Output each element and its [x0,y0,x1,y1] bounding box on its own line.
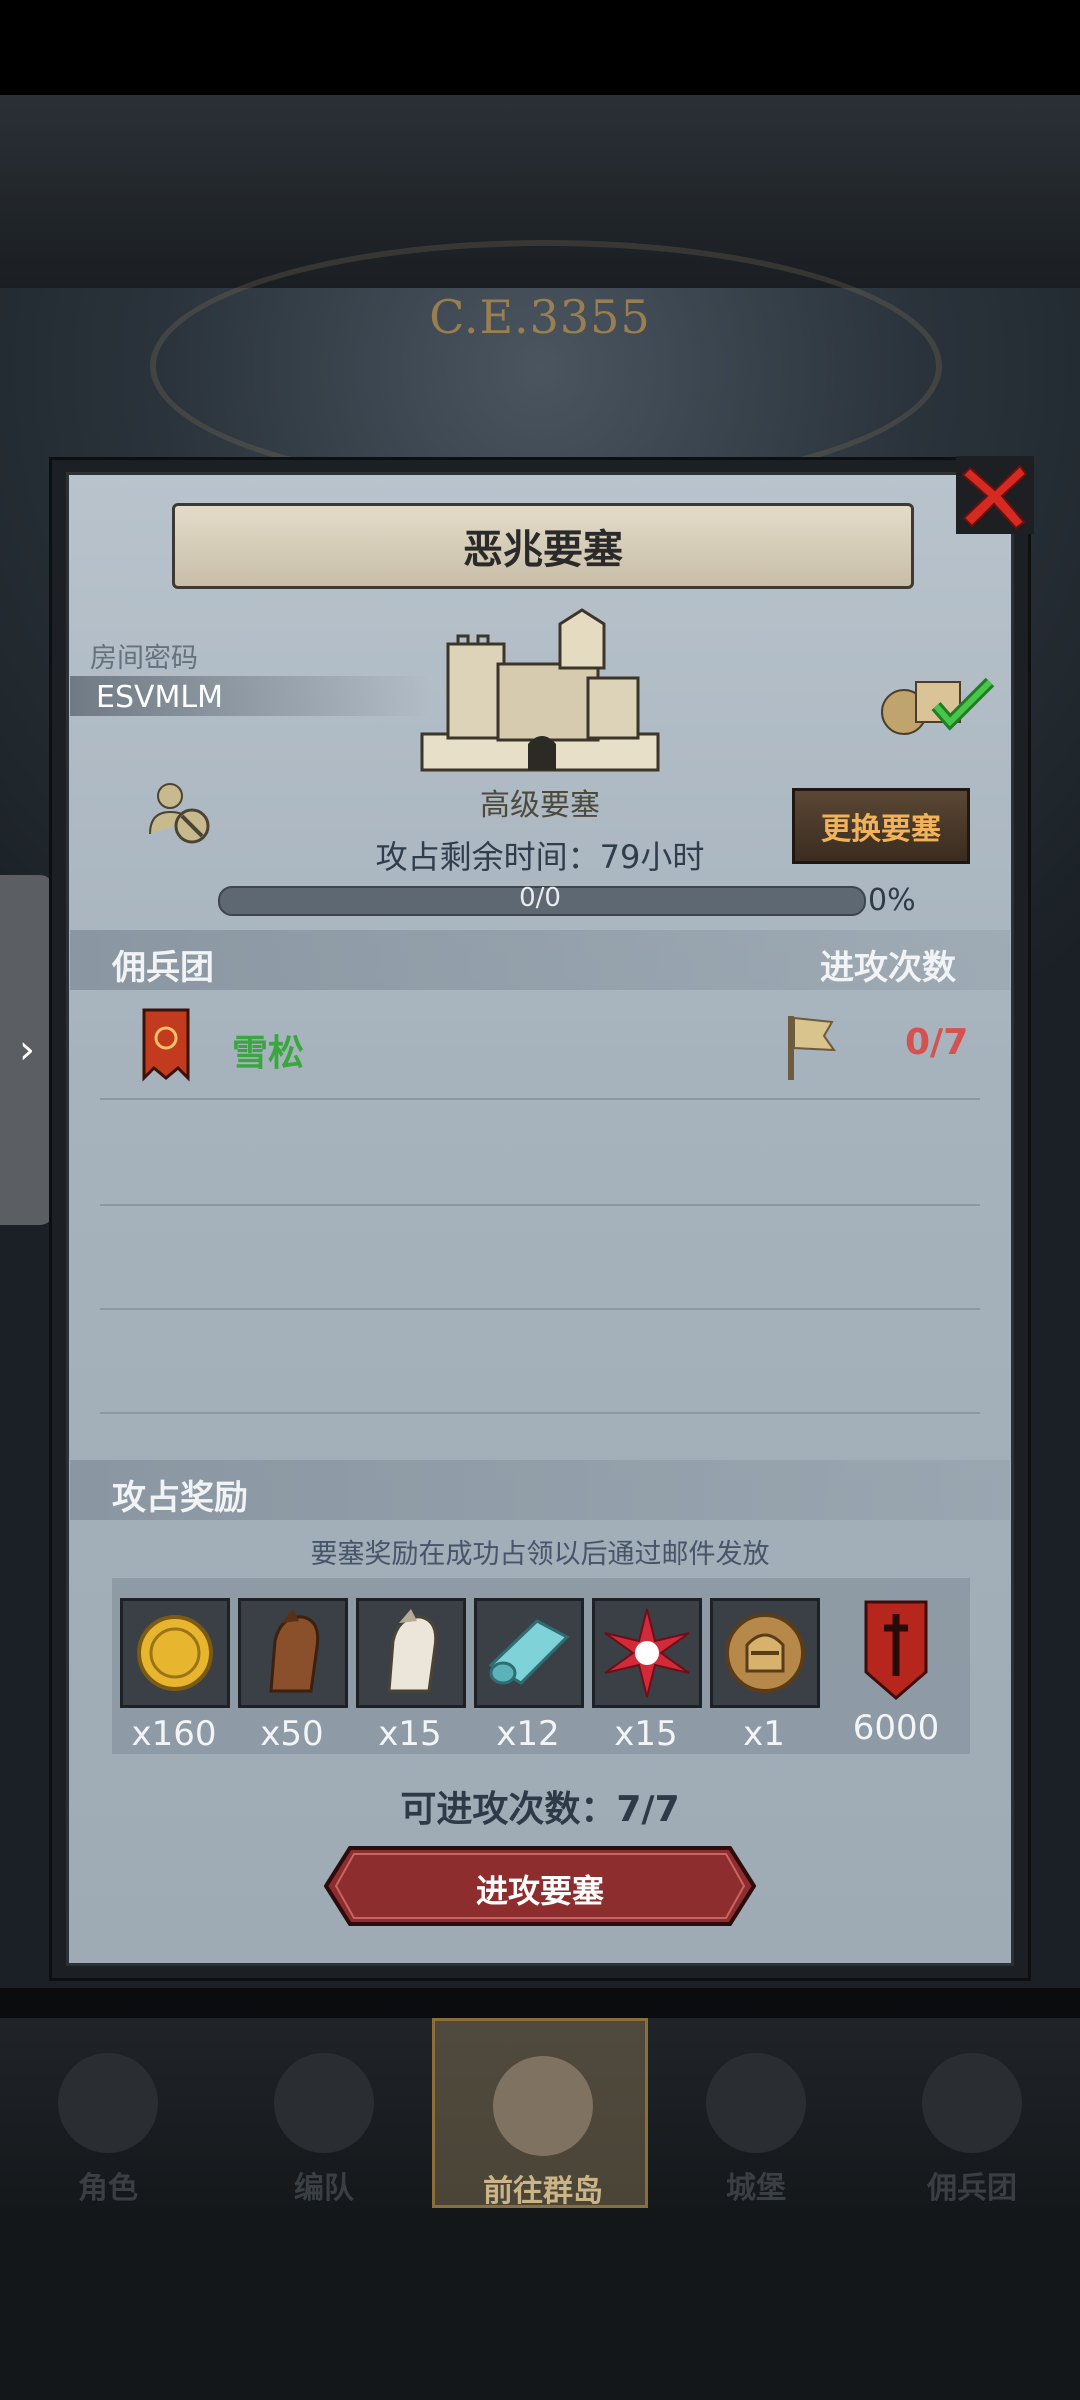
supply-bags-check-icon[interactable] [878,668,998,738]
reward-item[interactable]: 6000 [842,1598,950,1748]
dialog-title-banner: 恶兆要塞 [172,503,914,589]
era-text: C.E.3355 [429,290,651,344]
reward-item[interactable]: x1 [710,1598,820,1754]
background-dial [150,240,942,492]
reward-qty: x12 [496,1714,560,1754]
mercenary-icon [922,2053,1022,2153]
white-horse-icon [387,1609,438,1693]
nav-label: 城堡 [726,2171,786,2206]
nav-label: 编队 [294,2171,354,2206]
nav-item-character[interactable]: 角色 [0,2018,216,2208]
nav-item-islands[interactable]: 前往群岛 [432,2018,648,2209]
reward-qty: x160 [131,1714,217,1754]
guild-name: 雪松 [232,1033,305,1074]
reward-qty: 6000 [852,1708,940,1748]
room-code-value[interactable]: ESVMLM [96,680,223,715]
change-fortress-button[interactable]: 更换要塞 [792,788,970,864]
reward-qty: x50 [260,1714,324,1754]
helmet-icon [274,2053,374,2153]
reward-item[interactable]: x12 [474,1598,584,1754]
reward-item[interactable]: x160 [120,1598,230,1754]
nav-item-castle[interactable]: 城堡 [648,2018,864,2208]
room-code-label: 房间密码 [90,643,198,674]
rewards-header: 攻占奖励 [112,1478,248,1518]
reward-item[interactable]: x50 [238,1598,348,1754]
reward-qty: x15 [378,1714,442,1754]
dialog-title: 恶兆要塞 [463,527,623,573]
nav-label: 前往群岛 [483,2174,603,2209]
attack-fortress-label: 进攻要塞 [475,1872,604,1910]
bottom-area [0,2208,1080,2400]
fortress-castle-icon [420,608,660,772]
attack-count: 可进攻次数：7/7 [400,1789,680,1830]
status-bar [0,0,1080,95]
flag-icon [788,1016,837,1080]
guild-banner-icon [142,1008,190,1082]
rewards-note: 要塞奖励在成功占领以后通过邮件发放 [310,1539,770,1570]
row-divider [100,1098,980,1100]
guild-attack-count: 0/7 [905,1022,969,1063]
knight-helmet-medal-icon [725,1613,805,1693]
red-star-icon [604,1608,690,1698]
knight-icon [58,2053,158,2153]
gold-coin-icon [137,1615,213,1691]
row-divider [100,1204,980,1206]
reward-item[interactable]: x15 [592,1598,702,1754]
compass-icon [493,2056,593,2156]
brown-horse-icon [269,1609,320,1693]
castle-icon [706,2053,806,2153]
reward-qty: x15 [614,1714,678,1754]
nav-label: 佣兵团 [927,2171,1017,2206]
nav-label: 角色 [78,2171,138,2206]
capture-progress-percent: 0% [868,883,916,918]
change-fortress-label: 更换要塞 [821,812,941,847]
row-divider [100,1412,980,1414]
capture-progress-text: 0/0 [519,883,561,913]
user-blocked-icon[interactable] [146,778,216,848]
reward-qty: x1 [743,1714,785,1754]
close-icon[interactable] [950,450,1040,540]
reward-item[interactable]: x15 [356,1598,466,1754]
roster-header-left: 佣兵团 [112,948,214,988]
chevron-right-icon: › [19,1027,35,1073]
cloth-roll-icon [488,1619,570,1685]
row-divider [100,1308,980,1310]
side-drawer-handle[interactable]: › [0,875,54,1225]
roster-header-right: 进攻次数 [820,948,956,988]
nav-item-mercenary[interactable]: 佣兵团 [864,2018,1080,2208]
red-sword-banner-icon [864,1600,928,1700]
nav-item-formation[interactable]: 编队 [216,2018,432,2208]
